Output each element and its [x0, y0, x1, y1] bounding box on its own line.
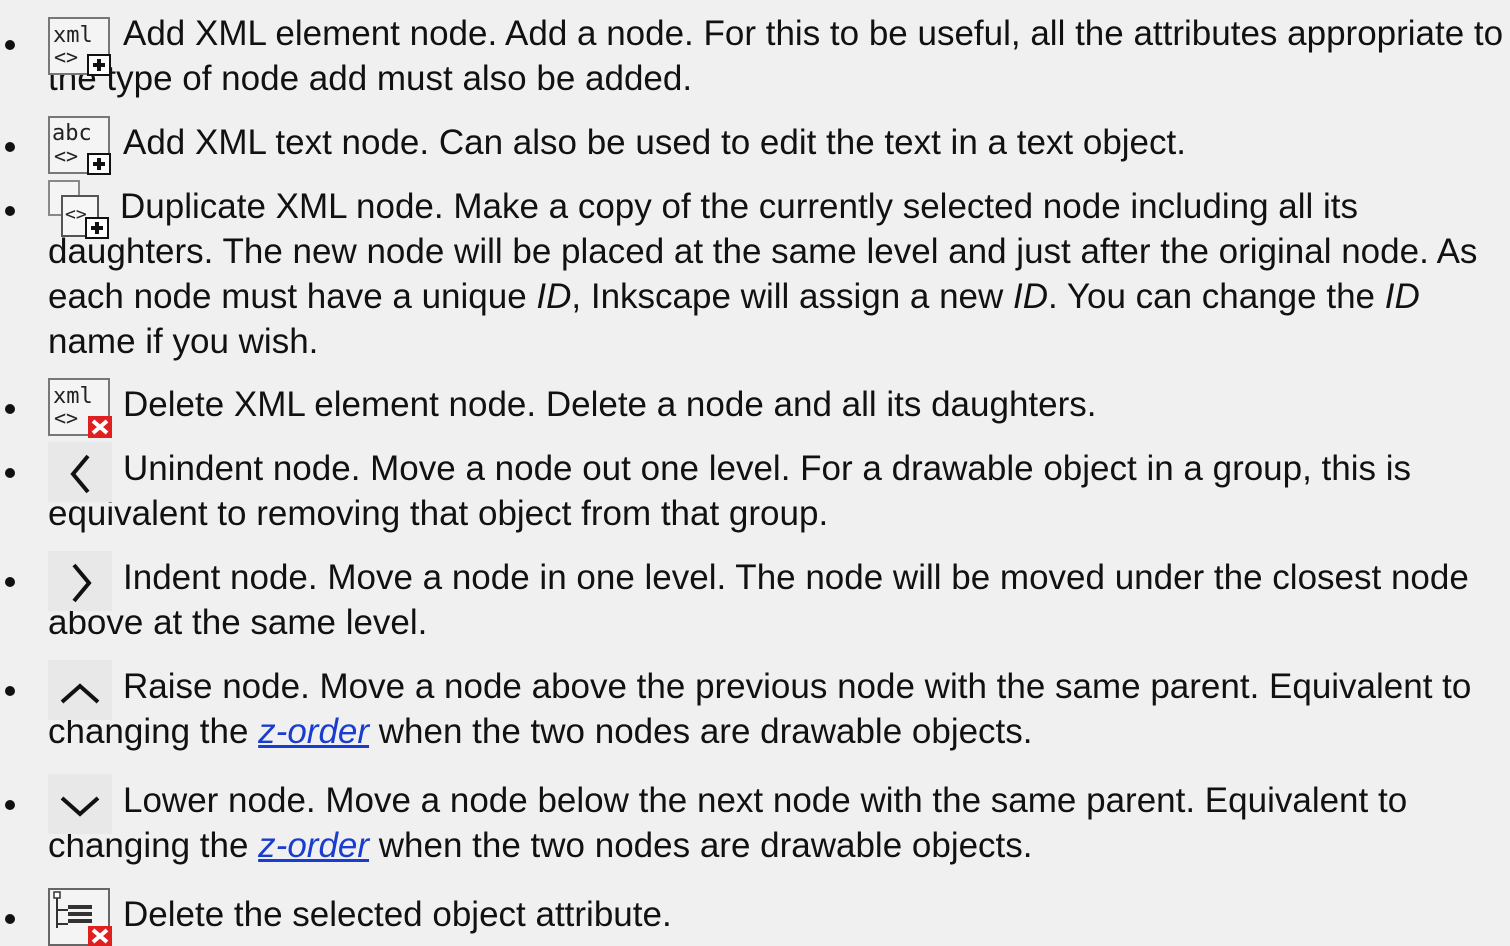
xml-duplicate-node-icon[interactable]: <>	[48, 180, 114, 240]
brackets-label: <>	[54, 45, 78, 69]
text-segment: when the two nodes are drawable objects.	[369, 826, 1033, 865]
list-item: Indent node. Move a node in one level. T…	[5, 551, 1504, 645]
list-item: Lower node. Move a node below the next n…	[5, 774, 1504, 868]
emphasis-id: ID	[536, 277, 572, 316]
text-segment: . You can change the	[1048, 277, 1385, 316]
list-item: xml <> Delete XML element node. Delete a…	[5, 378, 1504, 438]
item-text: Duplicate XML node. Make a copy of the c…	[48, 184, 1504, 364]
list-item: abc <> Add XML text node. Can also be us…	[5, 116, 1504, 175]
abc-label: abc	[52, 121, 92, 146]
item-text: Add XML element node. Add a node. For th…	[48, 14, 1504, 98]
list-item: Raise node. Move a node above the previo…	[5, 660, 1504, 754]
bullet	[5, 142, 15, 152]
list-item: Delete the selected object attribute.	[5, 888, 1504, 946]
item-text: Unindent node. Move a node out one level…	[48, 449, 1412, 533]
bullet	[5, 914, 15, 924]
item-text: Lower node. Move a node below the next n…	[48, 778, 1504, 868]
text-segment: , Inkscape will assign a new	[571, 277, 1014, 316]
z-order-link[interactable]: z-order	[258, 712, 369, 751]
brackets-label: <>	[54, 406, 78, 430]
bullet	[5, 468, 15, 478]
bullet	[5, 686, 15, 696]
bullet	[5, 577, 15, 587]
xml-add-element-icon[interactable]: xml <>	[48, 17, 114, 77]
item-text: Delete the selected object attribute.	[123, 895, 672, 934]
emphasis-id: ID	[1384, 277, 1420, 316]
list-item: xml <> Add XML element node. Add a node.…	[5, 11, 1504, 101]
xml-delete-element-icon[interactable]: xml <>	[48, 378, 114, 440]
bullet	[5, 40, 15, 50]
bullet	[5, 800, 15, 810]
item-text: Indent node. Move a node in one level. T…	[48, 558, 1469, 642]
bullet	[5, 206, 15, 216]
lower-node-icon[interactable]	[48, 774, 114, 834]
delete-attribute-icon[interactable]	[48, 888, 114, 946]
brackets-label: <>	[54, 144, 78, 168]
emphasis-id: ID	[1013, 277, 1049, 316]
bullet	[5, 404, 15, 414]
xml-add-text-icon[interactable]: abc <>	[48, 116, 114, 176]
list-item: <> Duplicate XML node. Make a copy of th…	[5, 180, 1504, 364]
z-order-link[interactable]: z-order	[258, 826, 369, 865]
unindent-node-icon[interactable]	[48, 442, 114, 502]
brackets-label: <>	[65, 204, 87, 225]
indent-node-icon[interactable]	[48, 551, 114, 611]
raise-node-icon[interactable]	[48, 660, 114, 720]
text-segment: when the two nodes are drawable objects.	[369, 712, 1033, 751]
item-text: Delete XML element node. Delete a node a…	[123, 385, 1097, 424]
item-text: Raise node. Move a node above the previo…	[48, 664, 1504, 754]
item-text: Add XML text node. Can also be used to e…	[123, 123, 1186, 162]
text-segment: name if you wish.	[48, 322, 319, 361]
list-item: Unindent node. Move a node out one level…	[5, 442, 1504, 536]
